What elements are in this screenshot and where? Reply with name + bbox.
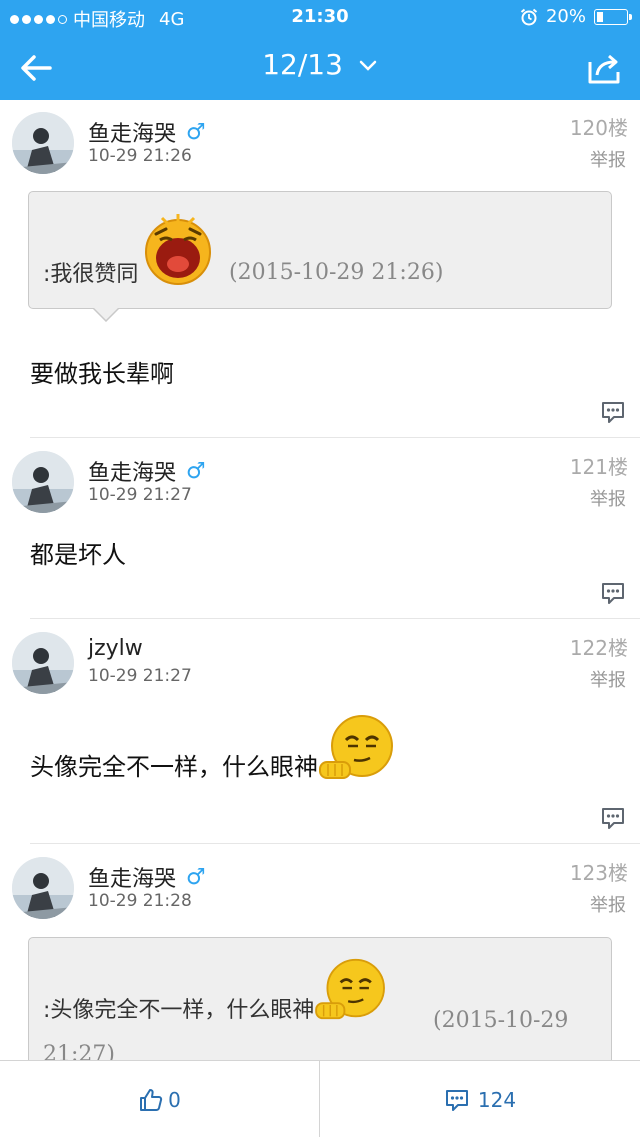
post-item: 鱼走海哭 ♂ 10-29 21:26 120楼 举报 :我很赞同 (2015-1…: [0, 100, 640, 438]
battery-percent: 20%: [545, 6, 586, 27]
thumbs-up-icon: [140, 1088, 163, 1111]
floor-number: 121楼: [569, 455, 628, 479]
share-icon[interactable]: [584, 48, 624, 88]
status-bar: 中国移动 4G 21:30 20%: [0, 0, 640, 34]
divider: [30, 437, 640, 438]
post-content: 头像完全不一样，什么眼神: [30, 712, 396, 782]
username[interactable]: 鱼走海哭 ♂: [88, 116, 206, 148]
comment-button[interactable]: 124: [320, 1061, 640, 1137]
quote-text: :我很赞同: [43, 212, 214, 286]
male-icon: ♂: [186, 864, 206, 890]
male-icon: ♂: [186, 119, 206, 145]
avatar[interactable]: [12, 857, 74, 919]
report-link[interactable]: 举报: [590, 146, 626, 172]
post-item: jzylw 10-29 21:27 122楼 举报 头像完全不一样，什么眼神: [0, 620, 640, 844]
nav-bar: 12/13: [0, 34, 640, 100]
like-count: 0: [168, 1087, 181, 1112]
quote-box: :我很赞同 (2015-10-29 21:26): [28, 191, 612, 322]
report-link[interactable]: 举报: [590, 891, 626, 917]
avatar[interactable]: [12, 632, 74, 694]
top-bar: 中国移动 4G 21:30 20% 12/13: [0, 0, 640, 100]
avatar[interactable]: [12, 451, 74, 513]
username[interactable]: jzylw: [88, 636, 143, 661]
quote-date-continued: 21:27): [43, 1042, 115, 1060]
laughing-emoji-icon: [145, 214, 212, 285]
post-content: 都是坏人: [30, 541, 126, 569]
reply-icon[interactable]: [600, 581, 626, 605]
page-indicator: 12/13: [262, 48, 343, 81]
comment-icon: [445, 1089, 468, 1111]
quote-date: (2015-10-29 21:26): [229, 260, 444, 285]
status-right: 20%: [520, 6, 632, 27]
username[interactable]: 鱼走海哭 ♂: [88, 455, 206, 487]
quote-pointer: [93, 308, 119, 322]
floor-number: 122楼: [569, 636, 628, 660]
post-item: 鱼走海哭 ♂ 10-29 21:28 123楼 举报 :头像完全不一样，什么眼神…: [0, 845, 640, 1060]
like-button[interactable]: 0: [0, 1061, 319, 1137]
smirk-emoji-icon: [319, 715, 393, 779]
post-content: 要做我长辈啊: [30, 360, 174, 388]
divider: [30, 618, 640, 619]
floor-number: 120楼: [569, 116, 628, 140]
battery-icon: [594, 8, 632, 25]
reply-icon[interactable]: [600, 806, 626, 830]
quote-date: (2015-10-29: [433, 1008, 569, 1033]
report-link[interactable]: 举报: [590, 485, 626, 511]
reply-icon[interactable]: [600, 400, 626, 424]
alarm-icon: [520, 8, 538, 25]
report-link[interactable]: 举报: [590, 666, 626, 692]
post-item: 鱼走海哭 ♂ 10-29 21:27 121楼 举报 都是坏人: [0, 439, 640, 619]
bottom-action-bar: 0 124: [0, 1060, 640, 1137]
male-icon: ♂: [186, 458, 206, 484]
smirk-emoji-icon: [315, 958, 386, 1020]
floor-number: 123楼: [569, 861, 628, 885]
avatar[interactable]: [12, 112, 74, 174]
chevron-down-icon: [359, 60, 377, 71]
comment-count: 124: [477, 1087, 517, 1112]
page-indicator-dropdown[interactable]: 12/13: [0, 48, 640, 81]
post-time: 10-29 21:27: [88, 485, 192, 505]
username[interactable]: 鱼走海哭 ♂: [88, 861, 206, 893]
quote-text: :头像完全不一样，什么眼神: [43, 956, 388, 1022]
post-time: 10-29 21:27: [88, 666, 192, 686]
post-time: 10-29 21:26: [88, 146, 192, 166]
divider: [30, 843, 640, 844]
post-time: 10-29 21:28: [88, 891, 192, 911]
quote-box: :头像完全不一样，什么眼神 (2015-10-29 21:27): [28, 937, 612, 1060]
